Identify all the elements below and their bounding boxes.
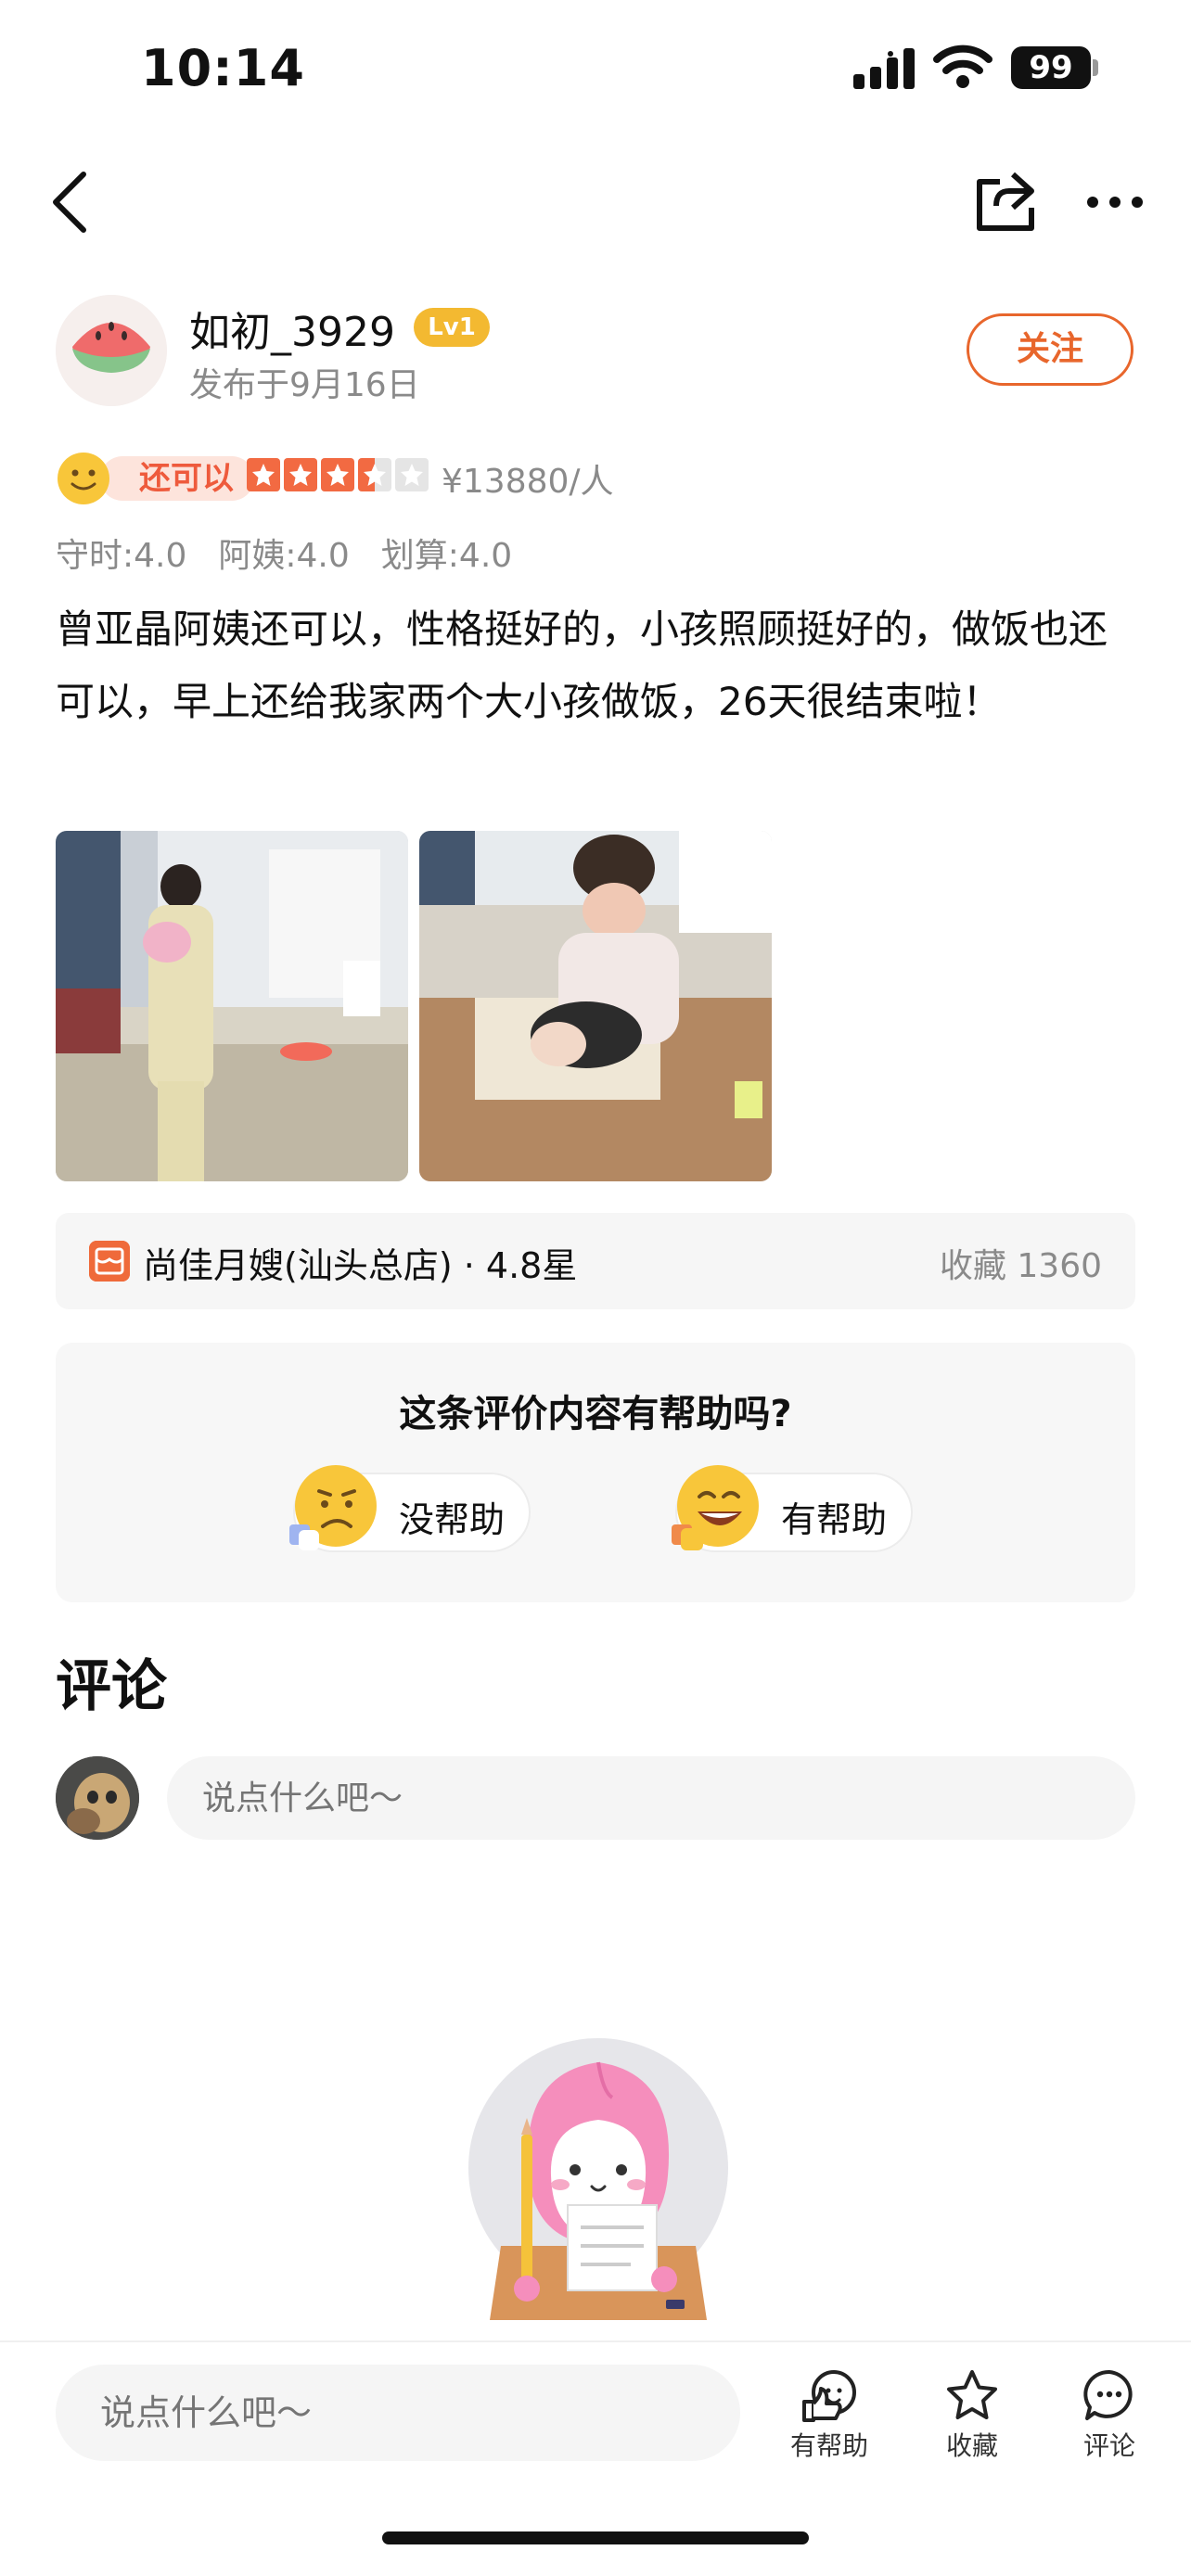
back-icon[interactable]	[45, 165, 100, 239]
score-punctuality: 守时:4.0	[56, 537, 187, 575]
review-text: 曾亚晶阿姨还可以，性格挺好的，小孩照顾挺好的，做饭也还可以，早上还给我家两个大小…	[56, 606, 1108, 724]
star-icon	[395, 458, 429, 491]
shop-favorites: 收藏 1360	[939, 1247, 1102, 1285]
watermelon-icon	[56, 295, 167, 406]
bottom-comment-input[interactable]	[56, 2365, 740, 2461]
battery-level: 99	[1011, 46, 1091, 89]
review-photo[interactable]	[56, 831, 408, 1181]
status-bar: 10:14 99	[0, 0, 1191, 139]
sub-scores: 守时:4.0 阿姨:4.0 划算:4.0	[56, 529, 512, 577]
comment-action[interactable]: 评论	[1054, 2368, 1165, 2470]
rating-tag: 还可以	[100, 456, 254, 501]
star-rating	[247, 458, 430, 495]
status-time: 10:14	[141, 39, 305, 97]
star-icon	[284, 458, 317, 491]
star-icon	[358, 458, 391, 491]
favorite-action-label: 收藏	[945, 2430, 998, 2461]
shop-name: 尚佳月嫂(汕头总店) · 4.8星	[143, 1245, 578, 1286]
battery-icon: 99	[1011, 46, 1100, 89]
share-icon[interactable]	[972, 169, 1039, 236]
grin-emoji-icon	[672, 1465, 759, 1550]
level-badge: Lv1	[414, 308, 490, 347]
comment-bubble-icon	[1083, 2369, 1133, 2420]
follow-button[interactable]: 关注	[967, 313, 1133, 386]
score-value: 划算:4.0	[380, 537, 513, 575]
user-avatar	[56, 1756, 139, 1840]
thumbs-up-face-icon	[802, 2370, 856, 2422]
score-nanny: 阿姨:4.0	[218, 537, 350, 575]
store-icon	[89, 1241, 130, 1282]
signal-icon	[853, 48, 915, 89]
price: ¥13880/人	[442, 463, 614, 501]
wifi-icon	[933, 45, 992, 88]
publish-date: 发布于9月16日	[189, 366, 420, 404]
review-photo[interactable]	[419, 831, 772, 1181]
not-helpful-label: 没帮助	[399, 1499, 506, 1540]
helpful-action[interactable]: 有帮助	[774, 2368, 885, 2470]
rating-tag-label: 还可以	[139, 460, 234, 497]
more-icon[interactable]	[1085, 185, 1145, 219]
helpful-card: 这条评价内容有帮助吗? 没帮助 有帮助	[56, 1343, 1135, 1602]
shop-card[interactable]: 尚佳月嫂(汕头总店) · 4.8星 收藏 1360	[56, 1213, 1135, 1309]
not-helpful-button[interactable]: 没帮助	[289, 1465, 531, 1552]
star-icon	[947, 2370, 997, 2419]
empty-comments-illustration	[468, 2038, 728, 2320]
author-avatar[interactable]	[56, 295, 167, 406]
comment-input[interactable]	[167, 1756, 1135, 1840]
helpful-button[interactable]: 有帮助	[672, 1465, 913, 1552]
frown-emoji-icon	[289, 1465, 377, 1550]
home-indicator[interactable]	[382, 2531, 809, 2544]
comment-action-label: 评论	[1082, 2430, 1135, 2461]
favorite-action[interactable]: 收藏	[916, 2368, 1028, 2470]
smiley-icon	[58, 453, 109, 504]
star-icon	[247, 458, 280, 491]
helpful-action-label: 有帮助	[789, 2430, 868, 2461]
author-name[interactable]: 如初_3929	[189, 299, 395, 358]
star-icon	[321, 458, 354, 491]
comments-title: 评论	[56, 1654, 167, 1719]
helpful-question: 这条评价内容有帮助吗?	[399, 1393, 792, 1435]
helpful-label: 有帮助	[781, 1499, 888, 1540]
